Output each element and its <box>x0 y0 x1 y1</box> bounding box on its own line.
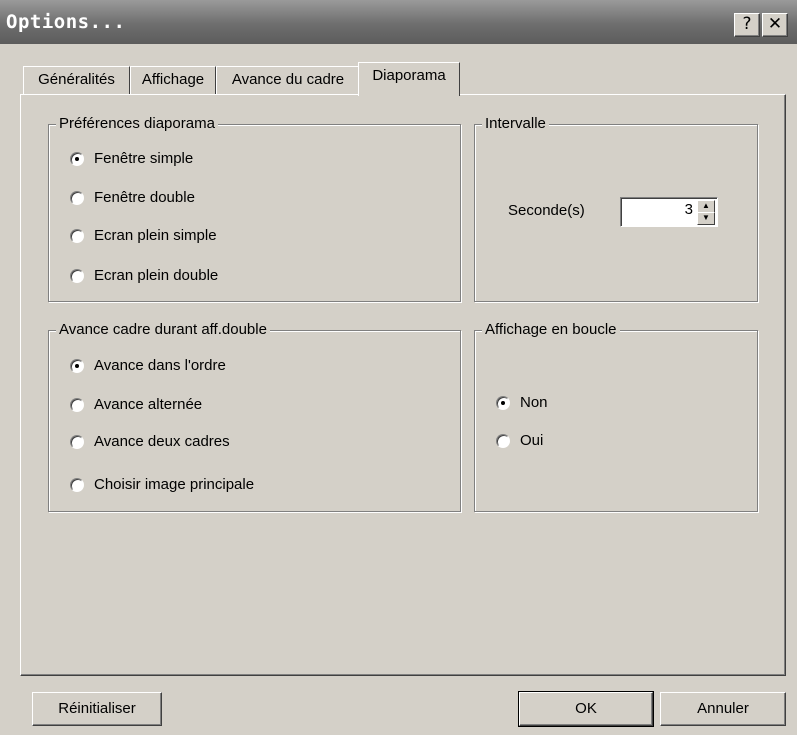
radio-label: Ecran plein double <box>94 267 219 284</box>
radio-button[interactable] <box>70 269 84 283</box>
radio-label: Fenêtre simple <box>94 150 194 167</box>
cancel-button[interactable]: Annuler <box>660 692 786 726</box>
tab-affichage[interactable]: Affichage <box>130 66 216 95</box>
seconds-label: Seconde(s) <box>508 202 585 219</box>
radio-button[interactable] <box>70 478 84 492</box>
spin-down-icon[interactable]: ▼ <box>697 212 715 225</box>
radio-label: Avance alternée <box>94 396 203 413</box>
loop-display-group: Affichage en boucle <box>474 320 758 512</box>
slideshow-preferences-title: Préférences diaporama <box>56 114 218 134</box>
radio-button-checked[interactable] <box>70 152 84 166</box>
tab-avance-du-cadre[interactable]: Avance du cadre <box>216 66 360 95</box>
radio-button[interactable] <box>70 435 84 449</box>
window-title: Options... <box>6 11 126 33</box>
radio-label: Fenêtre double <box>94 189 195 206</box>
loop-display-title: Affichage en boucle <box>482 320 620 340</box>
radio-button-checked[interactable] <box>496 396 510 410</box>
reset-button[interactable]: Réinitialiser <box>32 692 162 726</box>
help-button[interactable]: ? <box>734 13 760 37</box>
radio-label: Oui <box>520 432 544 449</box>
advance-frame-title: Avance cadre durant aff.double <box>56 320 270 340</box>
radio-button[interactable] <box>70 191 84 205</box>
interval-title: Intervalle <box>482 114 549 134</box>
radio-button-checked[interactable] <box>70 359 84 373</box>
title-bar[interactable]: Options... ? ✕ <box>0 0 797 44</box>
close-button[interactable]: ✕ <box>762 13 788 37</box>
radio-label: Ecran plein simple <box>94 227 217 244</box>
seconds-spinner[interactable]: 3 ▲ ▼ <box>620 197 718 227</box>
spinner-buttons: ▲ ▼ <box>697 200 715 225</box>
tab-generalites[interactable]: Généralités <box>23 66 130 95</box>
radio-button[interactable] <box>496 434 510 448</box>
radio-label: Choisir image principale <box>94 476 255 493</box>
tab-diaporama[interactable]: Diaporama <box>358 62 460 96</box>
radio-button[interactable] <box>70 398 84 412</box>
radio-label: Avance deux cadres <box>94 433 230 450</box>
ok-button[interactable]: OK <box>518 691 654 727</box>
radio-button[interactable] <box>70 229 84 243</box>
seconds-value[interactable]: 3 <box>685 201 693 218</box>
radio-label: Avance dans l'ordre <box>94 357 226 374</box>
radio-label: Non <box>520 394 548 411</box>
